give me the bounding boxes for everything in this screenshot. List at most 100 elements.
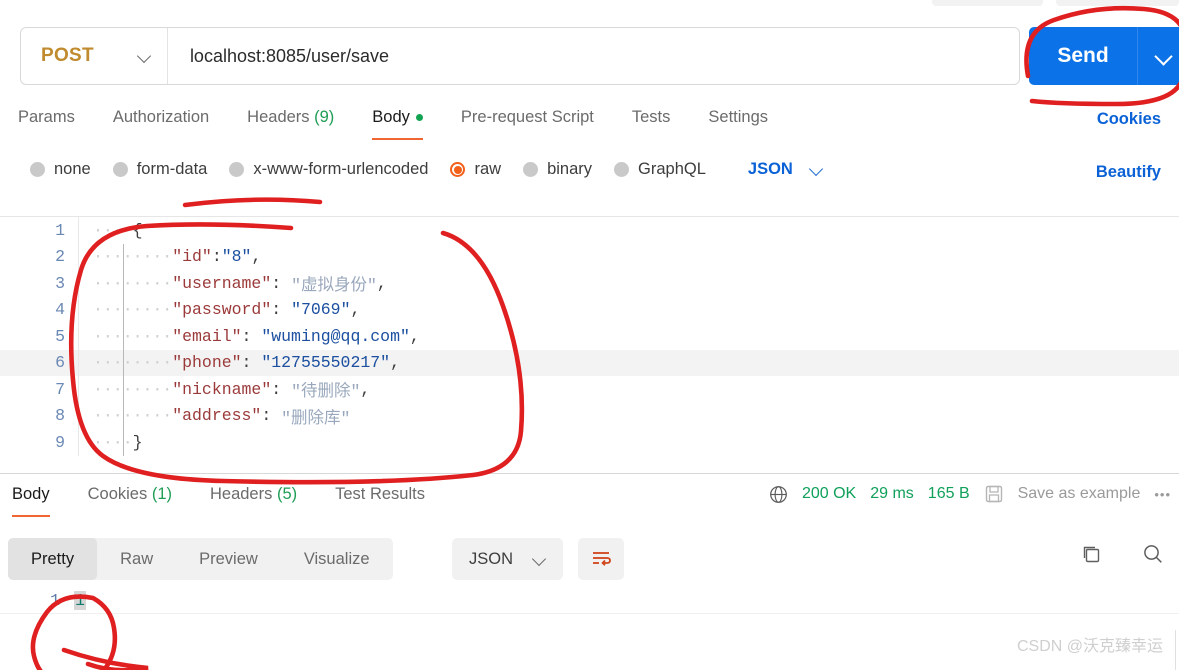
request-tab-label: Tests — [631, 108, 671, 126]
indent-guide — [123, 429, 124, 456]
line-number: 5 — [55, 326, 65, 346]
radio-button-icon[interactable] — [523, 162, 539, 177]
request-tab-settings[interactable]: Settings — [708, 108, 768, 140]
response-tab-body[interactable]: Body — [8, 480, 54, 517]
radio-button-icon[interactable] — [229, 162, 245, 177]
request-url-bar: POST localhost:8085/user/save — [20, 27, 1020, 85]
body-type-x-www-form-urlencoded[interactable]: x-www-form-urlencoded — [229, 160, 428, 179]
response-actions — [1079, 542, 1165, 566]
request-tab-label: Body — [372, 108, 410, 126]
code-token: "虚拟身份" — [291, 276, 377, 296]
code-content[interactable]: ····} — [78, 429, 1179, 456]
body-type-label: GraphQL — [638, 160, 706, 178]
request-tab-body[interactable]: Body — [372, 108, 423, 140]
code-token: "email" — [172, 326, 242, 346]
raw-format-selector[interactable]: JSON — [748, 160, 823, 179]
view-mode-preview[interactable]: Preview — [176, 538, 281, 580]
code-line[interactable]: 6 ········ "phone": "12755550217", — [0, 349, 1179, 376]
response-body-line: 11 — [0, 588, 1179, 614]
code-line[interactable]: 3 ········ "username": "虚拟身份", — [0, 270, 1179, 297]
code-token: : — [241, 353, 262, 373]
body-type-raw[interactable]: raw — [450, 160, 501, 179]
raw-format-label: JSON — [747, 160, 793, 178]
code-token: : — [241, 326, 262, 346]
globe-icon[interactable] — [769, 485, 788, 504]
view-mode-raw[interactable]: Raw — [97, 538, 176, 580]
request-tab-pre-request-script[interactable]: Pre-request Script — [461, 108, 594, 140]
code-token: { — [132, 220, 143, 240]
url-input-container[interactable]: POST localhost:8085/user/save — [20, 27, 1020, 85]
code-line[interactable]: 1 ····{ — [0, 217, 1179, 244]
radio-button-icon[interactable] — [112, 162, 128, 177]
code-content[interactable]: ········ "password": "7069", — [78, 296, 1179, 323]
radio-button-icon[interactable] — [614, 162, 630, 177]
whitespace-dots: ···· — [93, 432, 133, 452]
http-method-selector[interactable]: POST — [21, 28, 168, 84]
body-type-label: raw — [474, 160, 502, 178]
save-icon[interactable] — [984, 484, 1004, 504]
whitespace-dots: ········ — [93, 326, 173, 346]
request-tab-label: Headers — [247, 108, 310, 126]
send-button[interactable]: Send — [1029, 27, 1137, 85]
code-line[interactable]: 2 ········ "id": "8", — [0, 243, 1179, 270]
response-body-content[interactable]: 1 — [74, 591, 86, 610]
body-type-radio-group: none form-data x-www-form-urlencoded raw bin… — [30, 160, 823, 179]
code-line[interactable]: 4 ········ "password": "7069", — [0, 296, 1179, 323]
body-type-binary[interactable]: binary — [523, 160, 592, 179]
wrap-lines-button[interactable] — [578, 538, 624, 580]
response-time: 29 ms — [870, 485, 914, 502]
save-as-example-button[interactable]: Save as example — [1018, 485, 1141, 503]
search-icon[interactable] — [1141, 542, 1165, 566]
send-options-button[interactable] — [1137, 27, 1179, 85]
code-content[interactable]: ········ "email": "wuming@qq.com", — [78, 323, 1179, 350]
response-body[interactable]: 11 — [0, 588, 1179, 670]
watermark: CSDN @沃克臻幸运 — [1016, 638, 1163, 655]
view-mode-pretty[interactable]: Pretty — [8, 538, 98, 580]
body-type-form-data[interactable]: form-data — [112, 160, 207, 179]
code-token: "address" — [172, 406, 262, 426]
code-content[interactable]: ········ "id": "8", — [78, 243, 1179, 270]
cookies-link[interactable]: Cookies — [1097, 110, 1161, 129]
indent-guide — [123, 323, 124, 350]
request-body-editor[interactable]: 1 ····{2 ········ "id": "8", 3 ········ "userna… — [0, 216, 1179, 474]
watermark-edge — [1175, 630, 1176, 670]
code-line[interactable]: 8 ········ "address": "删除库" — [0, 402, 1179, 429]
body-type-none[interactable]: none — [30, 160, 91, 179]
response-tab-cookies[interactable]: Cookies (1) — [84, 480, 176, 517]
line-number: 3 — [55, 273, 65, 293]
request-tab-tests[interactable]: Tests — [632, 108, 671, 140]
response-status-bar: Body Cookies (1) Headers (5) Test Results 2… — [0, 480, 1179, 526]
code-token: : — [261, 406, 282, 426]
line-number: 7 — [55, 379, 65, 399]
url-input[interactable]: localhost:8085/user/save — [168, 46, 389, 67]
code-content[interactable]: ········ "address": "删除库" — [78, 402, 1179, 429]
response-tab-label: Cookies — [87, 485, 148, 503]
response-tab-test-results[interactable]: Test Results — [331, 480, 429, 517]
response-more-menu[interactable]: ••• — [1154, 487, 1171, 502]
response-tab-headers[interactable]: Headers (5) — [206, 480, 301, 517]
code-line[interactable]: 5 ········ "email": "wuming@qq.com", — [0, 323, 1179, 350]
request-tab-params[interactable]: Params — [18, 108, 75, 140]
code-content[interactable]: ········ "nickname": "待删除", — [78, 376, 1179, 403]
code-content[interactable]: ········ "phone": "12755550217", — [78, 349, 1179, 376]
copy-icon[interactable] — [1079, 542, 1103, 566]
response-meta: 200 OK 29 ms 165 B Save as example ••• — [769, 484, 1171, 504]
code-token: } — [132, 432, 143, 452]
radio-button-icon[interactable] — [30, 162, 45, 177]
code-line[interactable]: 7 ········ "nickname": "待删除", — [0, 376, 1179, 403]
code-token: "password" — [172, 300, 272, 320]
radio-button-icon[interactable] — [450, 162, 466, 177]
request-tab-authorization[interactable]: Authorization — [113, 108, 209, 140]
whitespace-dots: ········ — [93, 247, 173, 267]
body-type-label: none — [54, 160, 91, 178]
beautify-button[interactable]: Beautify — [1096, 163, 1161, 182]
view-mode-visualize[interactable]: Visualize — [281, 538, 393, 580]
indent-guide — [123, 296, 124, 323]
code-line[interactable]: 9 ····} — [0, 429, 1179, 456]
request-tab-headers[interactable]: Headers (9) — [247, 108, 334, 140]
top-cutoff-strip-2 — [1005, 0, 1043, 6]
body-type-graphql[interactable]: GraphQL — [614, 160, 706, 179]
response-format-selector[interactable]: JSON — [452, 538, 564, 580]
code-content[interactable]: ········ "username": "虚拟身份", — [78, 270, 1179, 297]
code-content[interactable]: ····{ — [78, 217, 1179, 244]
